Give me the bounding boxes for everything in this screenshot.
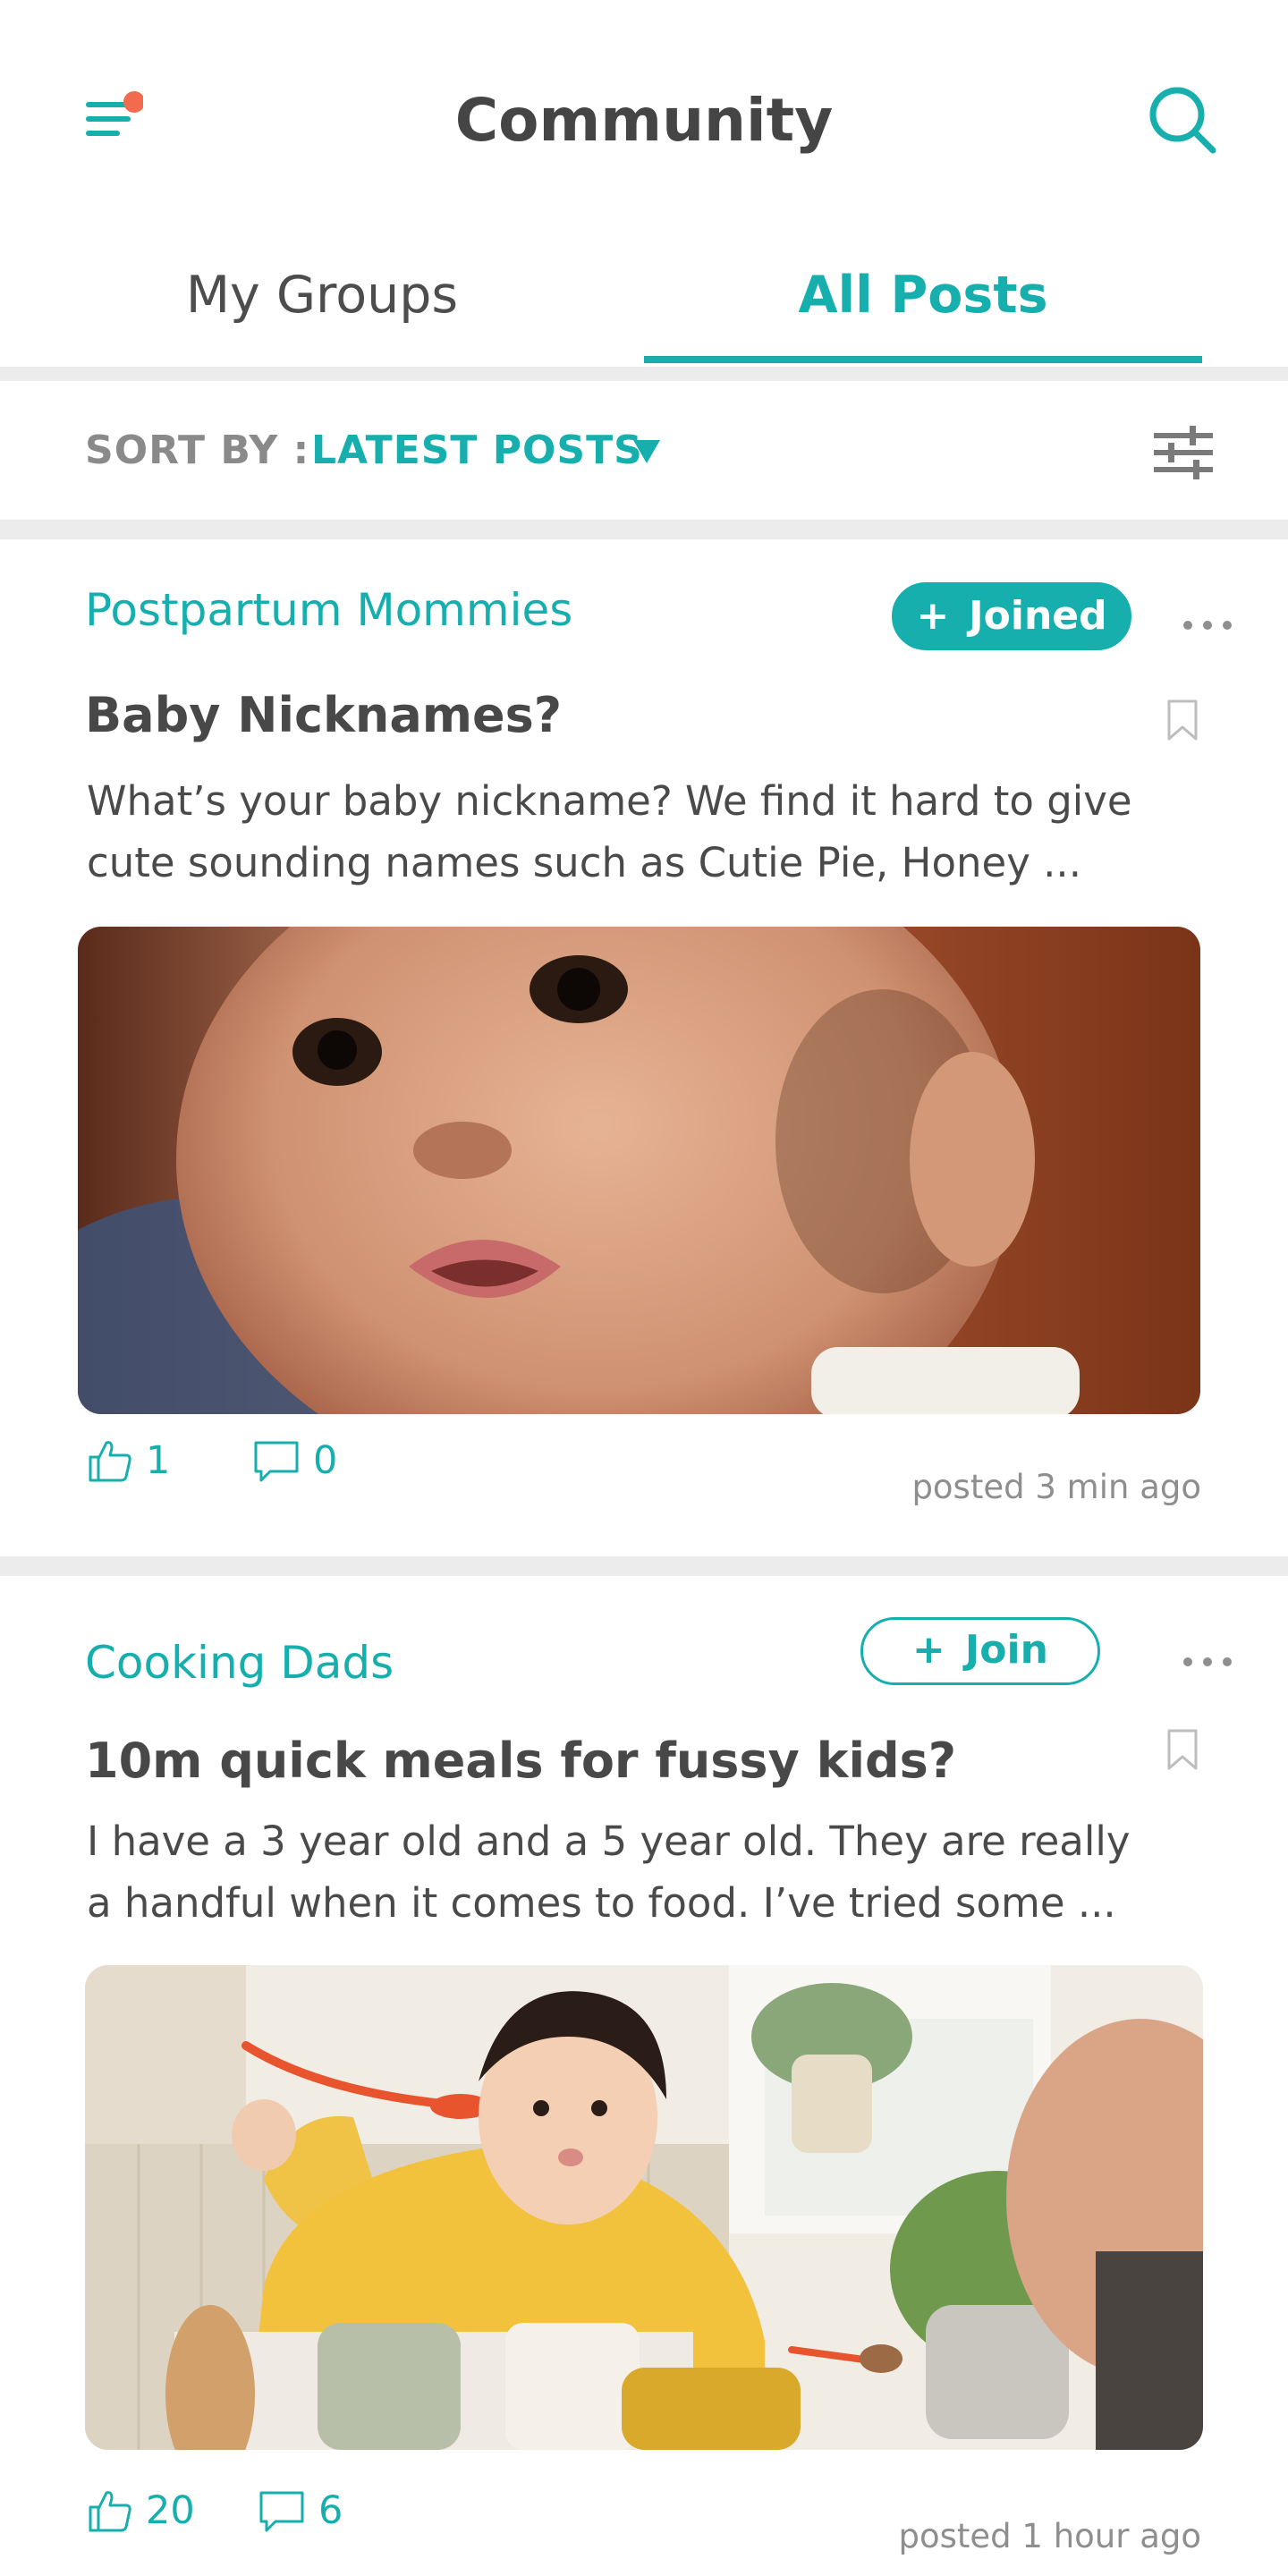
comment-button[interactable]: 0 — [252, 1434, 337, 1487]
search-button[interactable] — [1145, 82, 1220, 157]
girl-eating-photo — [85, 1965, 1203, 2450]
group-name-link[interactable]: Cooking Dads — [85, 1637, 394, 1689]
excerpt-line: a handful when it comes to food. I’ve tr… — [87, 1879, 1116, 1927]
active-tab-indicator — [644, 356, 1202, 363]
page-title: Community — [454, 86, 834, 155]
post-image-baby[interactable] — [78, 927, 1200, 1414]
bookmark-icon[interactable] — [1166, 1728, 1199, 1771]
excerpt-line: What’s your baby nickname? We find it ha… — [87, 777, 1132, 825]
filter-button[interactable] — [1154, 426, 1213, 479]
comment-button[interactable]: 6 — [258, 2484, 343, 2538]
join-button[interactable]: + Join — [860, 1617, 1100, 1685]
tab-all-posts[interactable]: All Posts — [644, 242, 1202, 358]
search-icon — [1149, 87, 1216, 154]
excerpt-line: cute sounding names such as Cutie Pie, H… — [87, 839, 1082, 886]
divider — [0, 367, 1288, 381]
more-options-icon[interactable] — [1181, 616, 1234, 634]
sort-dropdown[interactable]: LATEST POSTS — [311, 428, 643, 473]
post-title[interactable]: Baby Nicknames? — [85, 687, 562, 743]
comment-bubble-icon — [259, 2491, 304, 2532]
post-timestamp: posted 3 min ago — [911, 1468, 1201, 1506]
baby-photo — [78, 927, 1200, 1414]
join-button-label: Join — [964, 1627, 1048, 1673]
more-options-icon[interactable] — [1181, 1653, 1234, 1671]
divider — [0, 520, 1288, 539]
tab-bar: My Groups All Posts — [0, 242, 1288, 367]
filter-sliders-icon — [1154, 426, 1213, 479]
post-timestamp: posted 1 hour ago — [898, 2517, 1201, 2555]
like-button[interactable]: 20 — [87, 2484, 195, 2538]
plus-icon: + — [916, 593, 950, 639]
post-image-girl-eating[interactable] — [85, 1965, 1203, 2450]
join-button-label: Joined — [969, 593, 1107, 639]
comment-bubble-icon — [254, 1441, 299, 1482]
bookmark-icon[interactable] — [1166, 699, 1199, 741]
divider — [0, 1556, 1288, 1576]
app-header: Community — [0, 0, 1288, 206]
thumbs-up-icon — [89, 1441, 131, 1482]
sort-bar: SORT BY : LATEST POSTS — [0, 381, 1288, 520]
tab-my-groups[interactable]: My Groups — [0, 242, 644, 358]
like-count: 1 — [146, 1438, 171, 1483]
plus-icon: + — [912, 1627, 945, 1673]
group-name-link[interactable]: Postpartum Mommies — [85, 584, 572, 636]
caret-down-icon[interactable] — [633, 440, 660, 463]
thumbs-up-icon — [89, 2491, 131, 2532]
like-count: 20 — [146, 2488, 195, 2533]
excerpt-line: I have a 3 year old and a 5 year old. Th… — [87, 1818, 1131, 1865]
joined-button[interactable]: + Joined — [892, 582, 1131, 650]
post-excerpt: I have a 3 year old and a 5 year old. Th… — [87, 1810, 1178, 1934]
comment-count: 0 — [313, 1438, 338, 1483]
post-excerpt: What’s your baby nickname? We find it ha… — [87, 770, 1178, 894]
post-card[interactable]: Postpartum Mommies + Joined Baby Nickname… — [0, 539, 1288, 1556]
comment-count: 6 — [318, 2488, 343, 2533]
sort-by-label: SORT BY : — [85, 428, 310, 473]
post-card[interactable]: Cooking Dads + Join 10m quick meals for f… — [0, 1576, 1288, 2576]
like-button[interactable]: 1 — [87, 1434, 170, 1487]
post-title[interactable]: 10m quick meals for fussy kids? — [85, 1733, 956, 1789]
